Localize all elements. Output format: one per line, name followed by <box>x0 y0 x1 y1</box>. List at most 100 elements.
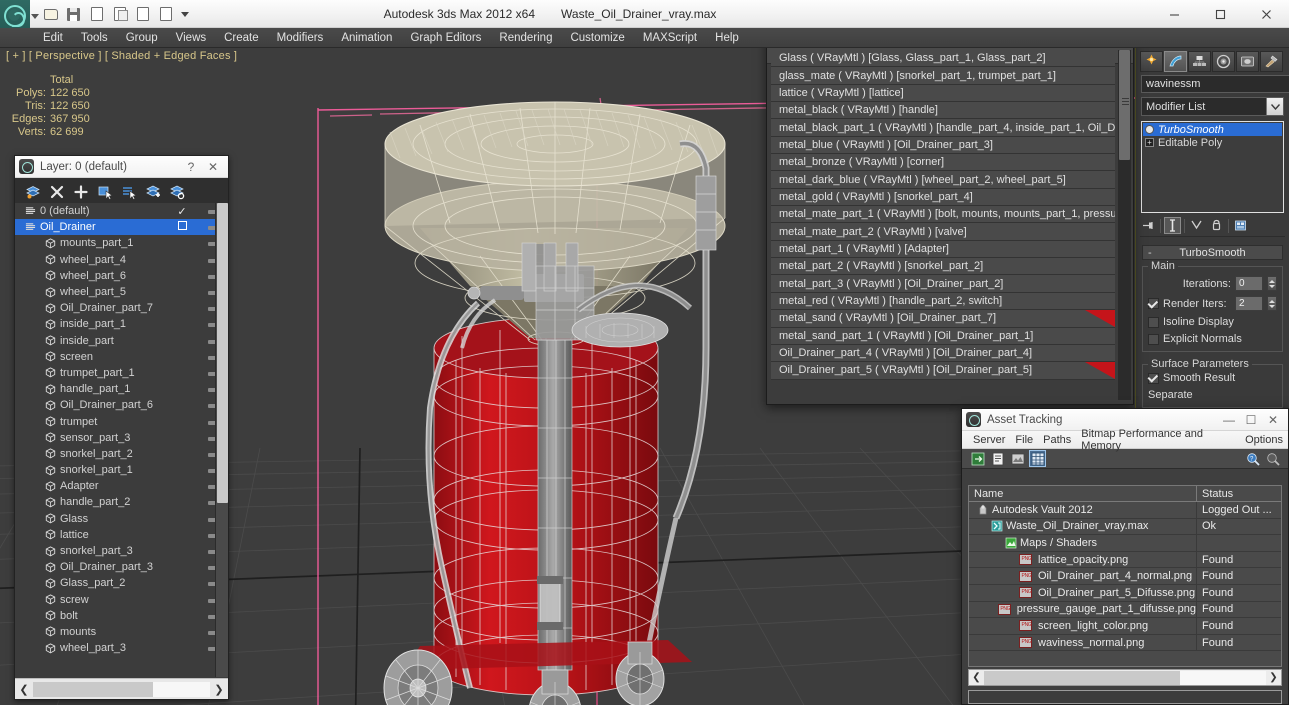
layer-row-inside-part-1[interactable]: inside_part_1 <box>15 316 228 332</box>
modifier-list-dropdown[interactable]: Modifier List <box>1141 97 1284 116</box>
render-iters-checkbox[interactable] <box>1148 298 1159 309</box>
scrollbar-thumb[interactable] <box>217 203 228 503</box>
layer-row-glass-part-2[interactable]: Glass_part_2 <box>15 575 228 591</box>
scroll-right-icon[interactable]: ❯ <box>210 680 228 699</box>
maximize-button[interactable] <box>1197 0 1243 28</box>
layer-visibility-toggle[interactable] <box>164 221 200 233</box>
layer-explorer-window[interactable]: Layer: 0 (default) ? ✕ 0 (default) ✓ Oil… <box>14 155 229 700</box>
application-titlebar[interactable]: Autodesk 3ds Max 2012 x64 Waste_Oil_Drai… <box>0 0 1289 28</box>
layer-row-oil-drainer-part-6[interactable]: Oil_Drainer_part_6 <box>15 397 228 413</box>
scroll-left-icon[interactable]: ❮ <box>15 680 33 699</box>
rollout-collapse-toggle[interactable]: - <box>1148 247 1152 259</box>
quick-access-chevron-icon[interactable] <box>181 11 189 17</box>
scrollbar-thumb[interactable] <box>33 681 153 697</box>
asset-row[interactable]: pressure_gauge_part_1_difusse.png Found <box>969 601 1281 619</box>
layer-row-mounts[interactable]: mounts <box>15 624 228 640</box>
layer-row-wheel-part-6[interactable]: wheel_part_6 <box>15 268 228 284</box>
show-end-result-icon[interactable] <box>1164 217 1181 234</box>
asset-row[interactable]: Oil_Drainer_part_5_Difusse.png Found <box>969 584 1281 602</box>
material-row[interactable]: metal_gold ( VRayMtl ) [snorkel_part_4] <box>771 188 1115 207</box>
layer-row-oil-drainer-part-3[interactable]: Oil_Drainer_part_3 <box>15 559 228 575</box>
menu-options[interactable]: Options <box>1240 433 1288 447</box>
layer-row-trumpet-part-1[interactable]: trumpet_part_1 <box>15 365 228 381</box>
layer-row-lattice[interactable]: lattice <box>15 527 228 543</box>
isoline-display-checkbox[interactable] <box>1148 316 1159 328</box>
utilities-tab-icon[interactable] <box>1260 50 1283 72</box>
display-tab-icon[interactable] <box>1236 50 1259 72</box>
remove-modifier-icon[interactable] <box>1208 217 1225 234</box>
page-alt-icon[interactable] <box>155 4 176 24</box>
material-row[interactable]: metal_part_2 ( VRayMtl ) [snorkel_part_2… <box>771 258 1115 276</box>
explicit-normals-checkbox[interactable] <box>1148 333 1159 345</box>
page-icon[interactable] <box>132 4 153 24</box>
asset-tracking-grid[interactable]: Name Status Autodesk Vault 2012 Logged Ou… <box>968 485 1282 667</box>
lightbulb-icon[interactable] <box>1145 125 1154 134</box>
layer-row-sensor-part-3[interactable]: sensor_part_3 <box>15 430 228 446</box>
asset-row[interactable]: Maps / Shaders <box>969 535 1281 552</box>
material-row[interactable]: metal_bronze ( VRayMtl ) [corner] <box>771 154 1115 172</box>
layer-row-glass[interactable]: Glass <box>15 511 228 527</box>
layer-settings-icon[interactable] <box>167 182 187 202</box>
turbosmooth-rollout-header[interactable]: - TurboSmooth <box>1142 245 1283 260</box>
make-unique-icon[interactable] <box>1188 217 1205 234</box>
configure-sets-icon[interactable] <box>1232 217 1249 234</box>
menu-item-maxscript[interactable]: MAXScript <box>634 30 706 46</box>
material-map-browser-window[interactable]: Material/Map Browser ✕ - Scene Materials… <box>766 4 1134 405</box>
layer-list-scrollbar-horizontal[interactable]: ❮ ❯ <box>15 678 228 699</box>
menu-item-modifiers[interactable]: Modifiers <box>268 30 333 46</box>
layer-row-oil-drainer[interactable]: Oil_Drainer <box>15 219 228 236</box>
menu-server[interactable]: Server <box>968 433 1010 447</box>
material-row[interactable]: glass_mate ( VRayMtl ) [snorkel_part_1, … <box>771 67 1115 85</box>
layer-row-inside-part[interactable]: inside_part <box>15 333 228 349</box>
layer-row-wheel-part-3[interactable]: wheel_part_3 <box>15 640 228 656</box>
asset-row[interactable]: Waste_Oil_Drainer_vray.max Ok <box>969 518 1281 536</box>
select-objects-icon[interactable] <box>95 182 115 202</box>
material-row[interactable]: metal_blue ( VRayMtl ) [Oil_Drainer_part… <box>771 136 1115 155</box>
close-icon[interactable]: ✕ <box>1262 410 1284 430</box>
iterations-field[interactable]: 0 <box>1235 276 1263 291</box>
material-row[interactable]: metal_part_3 ( VRayMtl ) [Oil_Drainer_pa… <box>771 275 1115 293</box>
material-row[interactable]: metal_red ( VRayMtl ) [handle_part_2, sw… <box>771 292 1115 311</box>
menu-item-views[interactable]: Views <box>167 30 215 46</box>
list-view-icon[interactable] <box>990 451 1005 466</box>
scroll-right-icon[interactable]: ❯ <box>1266 670 1281 685</box>
object-name-input[interactable] <box>1141 75 1289 93</box>
refresh-icon[interactable] <box>970 451 985 466</box>
material-row[interactable]: metal_mate_part_1 ( VRayMtl ) [bolt, mou… <box>771 206 1115 224</box>
material-row[interactable]: metal_mate_part_2 ( VRayMtl ) [valve] <box>771 223 1115 241</box>
layer-row-snorkel-part-3[interactable]: snorkel_part_3 <box>15 543 228 559</box>
menu-item-group[interactable]: Group <box>117 30 167 46</box>
render-iters-stepper[interactable] <box>1267 296 1277 311</box>
grid-view-icon[interactable] <box>1029 450 1046 467</box>
asset-tracking-window[interactable]: Asset Tracking — ☐ ✕ Server File Paths B… <box>961 408 1289 705</box>
layer-row-wheel-part-4[interactable]: wheel_part_4 <box>15 252 228 268</box>
asset-grid-rows[interactable]: Autodesk Vault 2012 Logged Out ... Waste_O… <box>969 502 1281 652</box>
layer-row-screw[interactable]: screw <box>15 592 228 608</box>
menu-item-help[interactable]: Help <box>706 30 748 46</box>
menu-item-graph-editors[interactable]: Graph Editors <box>401 30 490 46</box>
material-list[interactable]: Glass ( VRayMtl ) [Glass, Glass_part_1, … <box>771 50 1115 400</box>
layer-row-oil-drainer-part-7[interactable]: Oil_Drainer_part_7 <box>15 300 228 316</box>
modifier-stack-item-turbosmooth[interactable]: TurboSmooth <box>1143 123 1282 136</box>
scroll-track[interactable] <box>984 670 1266 685</box>
modifier-stack[interactable]: TurboSmooth + Editable Poly <box>1141 121 1284 213</box>
new-layer-icon[interactable] <box>23 182 43 202</box>
material-list-scrollbar[interactable] <box>1118 50 1131 400</box>
layer-row-adapter[interactable]: Adapter <box>15 478 228 494</box>
scroll-left-icon[interactable]: ❮ <box>969 670 984 685</box>
new-file-icon[interactable] <box>86 4 107 24</box>
pin-stack-icon[interactable] <box>1140 217 1157 234</box>
layer-row-mounts-part-1[interactable]: mounts_part_1 <box>15 235 228 251</box>
help-button[interactable]: ? <box>180 157 202 177</box>
menu-item-create[interactable]: Create <box>215 30 268 46</box>
add-layer-icon[interactable] <box>71 182 91 202</box>
layer-panel-titlebar[interactable]: Layer: 0 (default) ? ✕ <box>15 156 228 178</box>
scrollbar-thumb[interactable] <box>1119 50 1130 160</box>
layer-row-screen[interactable]: screen <box>15 349 228 365</box>
material-row[interactable]: metal_sand ( VRayMtl ) [Oil_Drainer_part… <box>771 310 1115 328</box>
layer-list[interactable]: 0 (default) ✓ Oil_Drainer mounts_part_1 whee… <box>15 203 228 677</box>
copy-icon[interactable] <box>109 4 130 24</box>
menu-item-tools[interactable]: Tools <box>72 30 117 46</box>
scrollbar-thumb[interactable] <box>984 670 1180 685</box>
layer-row-handle-part-2[interactable]: handle_part_2 <box>15 494 228 510</box>
